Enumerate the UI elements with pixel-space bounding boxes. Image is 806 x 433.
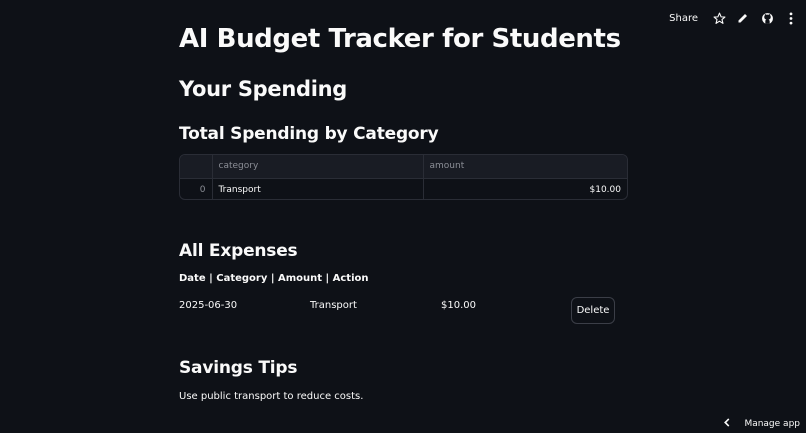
column-header-amount[interactable]: amount [423, 155, 627, 178]
amount-cell[interactable]: $10.00 [423, 178, 627, 199]
row-index: 0 [180, 178, 213, 199]
column-header-category[interactable]: category [212, 155, 424, 178]
star-icon[interactable] [712, 11, 726, 25]
all-expenses-heading: All Expenses [179, 241, 298, 261]
spending-heading: Your Spending [179, 77, 347, 101]
app-toolbar: Share [669, 10, 798, 26]
expenses-columns-label: Date | Category | Amount | Action [179, 273, 369, 284]
table-row: 0 Transport $10.00 [180, 178, 627, 199]
pencil-icon[interactable] [736, 11, 750, 25]
more-vertical-icon[interactable] [784, 11, 798, 25]
savings-tips-heading: Savings Tips [179, 358, 298, 378]
share-button[interactable]: Share [669, 13, 698, 24]
index-header [180, 155, 213, 178]
expense-date: 2025-06-30 [179, 300, 238, 311]
manage-app-button[interactable]: Manage app [724, 418, 800, 430]
github-icon[interactable] [760, 11, 774, 25]
page-title: AI Budget Tracker for Students [179, 24, 621, 54]
category-cell[interactable]: Transport [212, 178, 424, 199]
chevron-left-icon [724, 418, 730, 430]
dataframe-header-row: category amount [180, 155, 627, 178]
expense-amount: $10.00 [441, 300, 476, 311]
delete-expense-button[interactable]: Delete [571, 297, 615, 324]
total-spending-heading: Total Spending by Category [179, 124, 439, 144]
savings-tip: Use public transport to reduce costs. [179, 391, 364, 402]
category-dataframe[interactable]: category amount 0 Transport $10.00 [179, 154, 628, 200]
expense-category: Transport [310, 300, 357, 311]
manage-app-label: Manage app [744, 419, 800, 429]
